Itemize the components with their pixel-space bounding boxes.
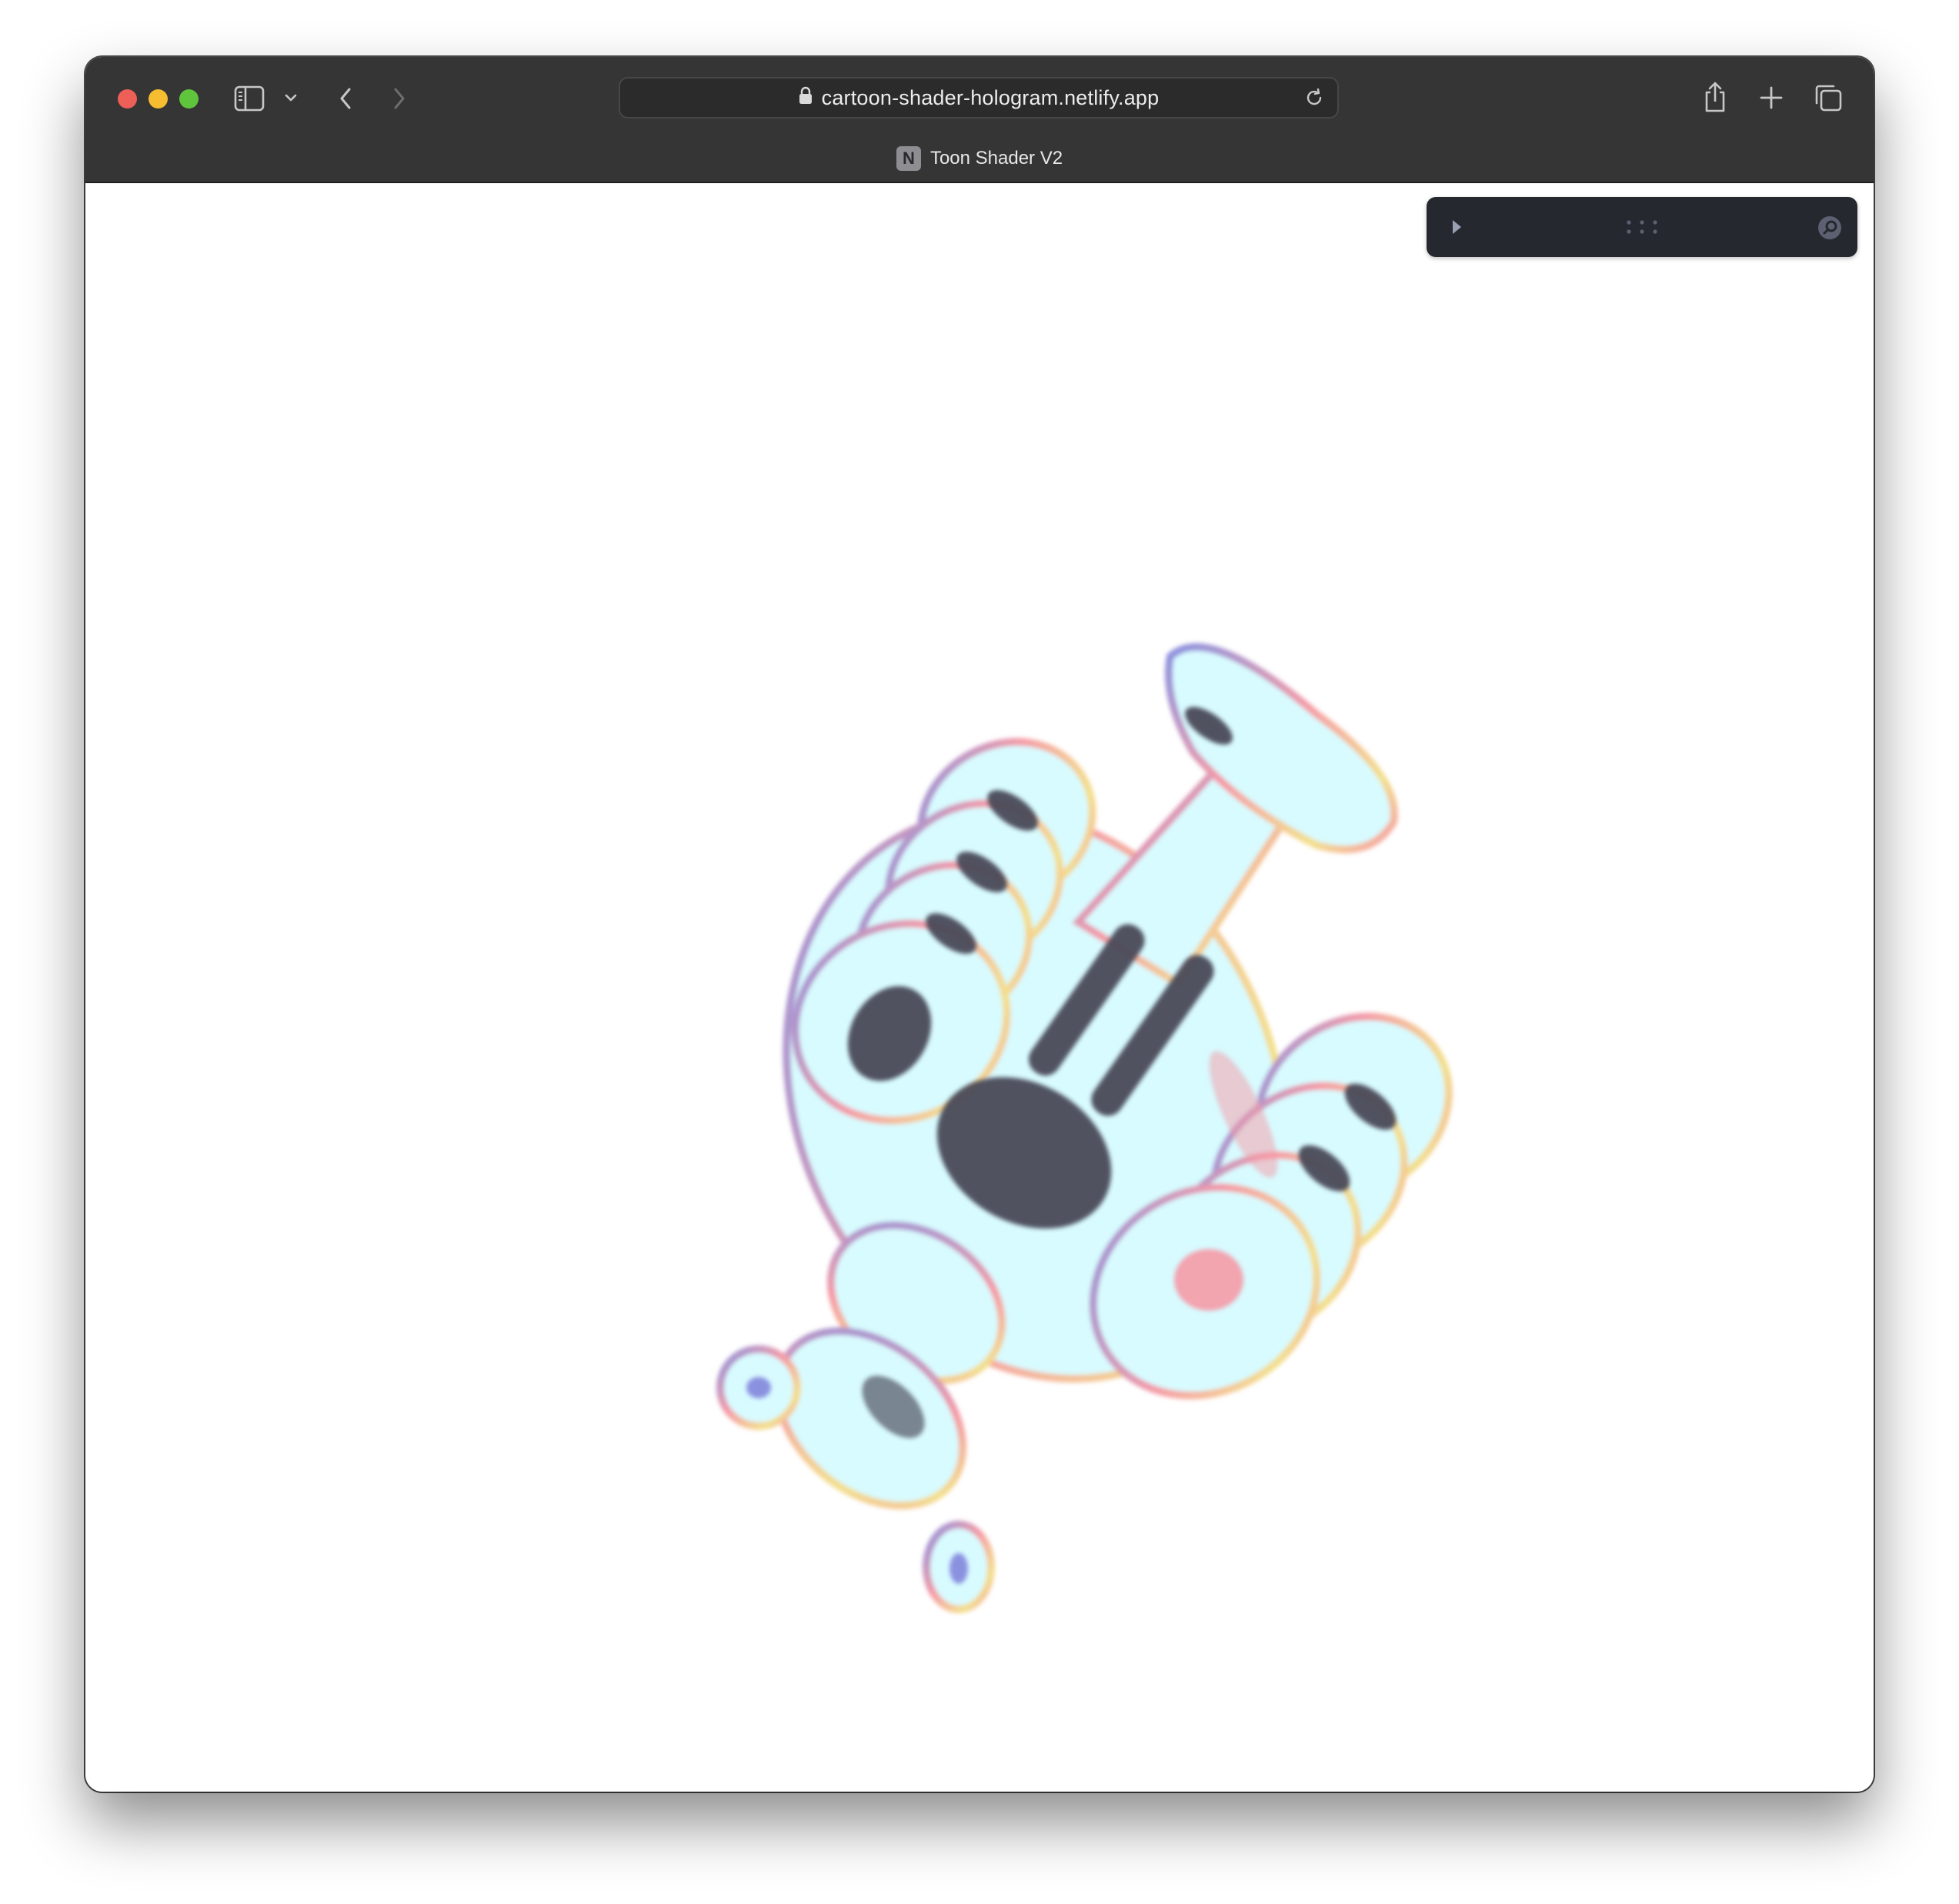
- favicon: N: [896, 146, 921, 171]
- share-icon[interactable]: [1700, 78, 1730, 115]
- lock-icon: [799, 86, 813, 110]
- address-bar[interactable]: cartoon-shader-hologram.netlify.app: [619, 77, 1339, 119]
- reload-icon[interactable]: [1302, 85, 1327, 110]
- page-content: [85, 183, 1874, 1792]
- gui-controls-panel[interactable]: [1427, 197, 1857, 257]
- new-tab-icon[interactable]: [1757, 83, 1786, 112]
- hologram-model-canvas[interactable]: [624, 522, 1547, 1622]
- drag-handle-icon[interactable]: [1623, 219, 1661, 235]
- tab-title: Toon Shader V2: [929, 148, 1063, 169]
- sidebar-icon[interactable]: [233, 83, 265, 114]
- close-window-button[interactable]: [118, 89, 137, 109]
- title-bar: cartoon-shader-hologram.netlify.app N To…: [85, 57, 1874, 183]
- search-icon[interactable]: [1816, 214, 1844, 242]
- back-icon[interactable]: [332, 83, 359, 114]
- browser-window: cartoon-shader-hologram.netlify.app N To…: [85, 57, 1874, 1792]
- maximize-window-button[interactable]: [179, 89, 199, 109]
- forward-icon[interactable]: [385, 83, 413, 114]
- play-icon[interactable]: [1447, 217, 1467, 237]
- minimize-window-button[interactable]: [149, 89, 168, 109]
- url-text: cartoon-shader-hologram.netlify.app: [821, 85, 1160, 109]
- tabs-overview-icon[interactable]: [1812, 82, 1844, 114]
- active-tab[interactable]: N Toon Shader V2: [85, 143, 1874, 174]
- chevron-down-icon[interactable]: [282, 89, 299, 106]
